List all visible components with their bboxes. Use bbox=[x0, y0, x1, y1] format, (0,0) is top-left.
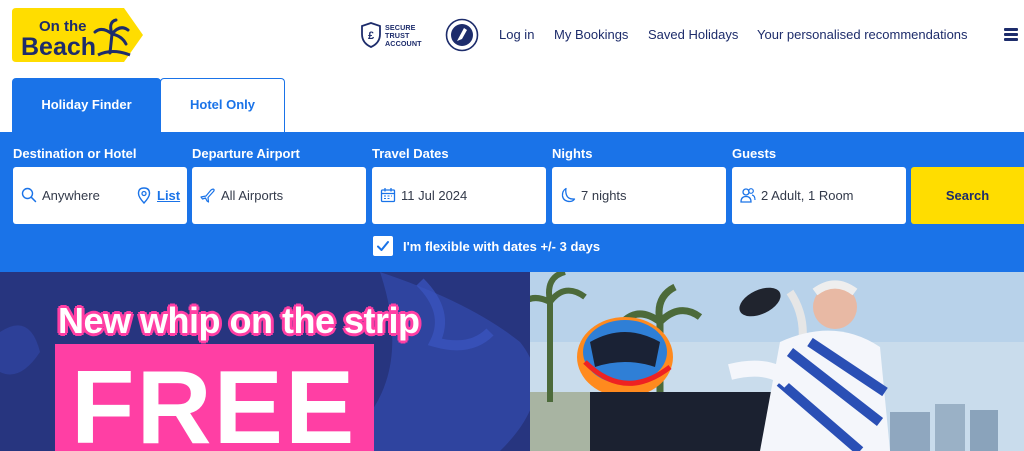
map-pin-icon bbox=[137, 187, 151, 204]
hero-free-text: FREE bbox=[55, 344, 375, 451]
hero-headline: New whip on the strip bbox=[58, 300, 420, 341]
guests-value: 2 Adult, 1 Room bbox=[761, 188, 854, 203]
checkmark-icon bbox=[377, 241, 389, 251]
secure-badge-line: ACCOUNT bbox=[385, 39, 422, 48]
list-link-label[interactable]: List bbox=[157, 188, 180, 203]
guests-field[interactable]: 2 Adult, 1 Room bbox=[732, 167, 906, 224]
svg-text:£: £ bbox=[368, 30, 374, 42]
tab-hotel-only[interactable]: Hotel Only bbox=[160, 78, 285, 132]
search-panel: Destination or Hotel Anywhere List Depar… bbox=[0, 132, 1024, 272]
plane-icon bbox=[200, 188, 215, 203]
departure-label: Departure Airport bbox=[192, 146, 300, 161]
tab-holiday-finder[interactable]: Holiday Finder bbox=[12, 78, 161, 132]
nav-saved-holidays-link[interactable]: Saved Holidays bbox=[648, 27, 738, 42]
nights-field[interactable]: 7 nights bbox=[552, 167, 726, 224]
moon-icon bbox=[561, 187, 576, 203]
site-header: On the Beach £ SECURE TRUST ACCOUNT Log … bbox=[0, 0, 1024, 78]
calendar-icon bbox=[380, 188, 396, 203]
search-button[interactable]: Search bbox=[911, 167, 1024, 224]
hero-banner[interactable]: New whip on the strip FREE bbox=[0, 272, 1024, 451]
travel-dates-label: Travel Dates bbox=[372, 146, 449, 161]
people-icon bbox=[740, 188, 756, 203]
nav-my-bookings-link[interactable]: My Bookings bbox=[554, 27, 628, 42]
search-icon bbox=[21, 187, 37, 203]
on-the-beach-logo[interactable]: On the Beach bbox=[12, 6, 145, 64]
nav-recommendations-link[interactable]: Your personalised recommendations bbox=[757, 27, 968, 42]
destination-field[interactable]: Anywhere List bbox=[13, 167, 187, 224]
destination-label: Destination or Hotel bbox=[13, 146, 137, 161]
travel-dates-value: 11 Jul 2024 bbox=[401, 188, 468, 203]
travel-dates-field[interactable]: 11 Jul 2024 bbox=[372, 167, 546, 224]
flexible-dates-label: I'm flexible with dates +/- 3 days bbox=[403, 239, 601, 254]
nights-value: 7 nights bbox=[581, 188, 627, 203]
departure-airport-field[interactable]: All Airports bbox=[192, 167, 366, 224]
destination-value: Anywhere bbox=[42, 188, 100, 203]
hero-photo-mobility-scooter bbox=[530, 272, 1024, 451]
guests-label: Guests bbox=[732, 146, 777, 161]
nav-login-link[interactable]: Log in bbox=[499, 27, 534, 42]
svg-text:Beach: Beach bbox=[21, 33, 96, 61]
abta-badge bbox=[445, 18, 479, 52]
nights-label: Nights bbox=[552, 146, 593, 161]
hamburger-menu-icon[interactable] bbox=[1004, 28, 1018, 42]
departure-value: All Airports bbox=[221, 188, 284, 203]
flexible-dates-checkbox[interactable] bbox=[373, 236, 393, 256]
shield-icon: £ bbox=[361, 22, 381, 48]
secure-trust-account-badge: £ SECURE TRUST ACCOUNT bbox=[360, 22, 426, 50]
